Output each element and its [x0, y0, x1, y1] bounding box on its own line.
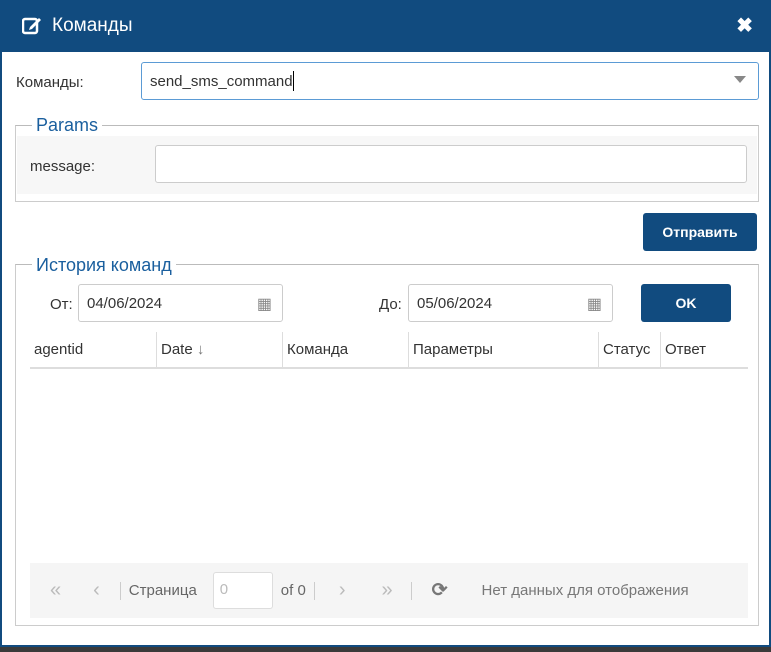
pager: « ‹ Страница 0 of 0 › » ⟳ Нет данных для…: [30, 563, 748, 618]
grid-header: agentid Date ↓ Команда Параметры Статус …: [30, 332, 748, 369]
prev-page-icon[interactable]: ‹: [93, 579, 100, 602]
history-legend: История команд: [32, 255, 176, 276]
column-date[interactable]: Date ↓: [157, 332, 283, 367]
from-date-input[interactable]: 04/06/2024 ▦: [78, 284, 283, 322]
column-response[interactable]: Ответ: [661, 332, 748, 367]
commands-dialog: Команды ✖ Команды: send_sms_command Para…: [0, 0, 771, 647]
to-date-input[interactable]: 05/06/2024 ▦: [408, 284, 613, 322]
command-label: Команды:: [16, 74, 84, 91]
to-label: До:: [379, 296, 402, 313]
command-value: send_sms_command: [150, 72, 293, 90]
from-date-value: 04/06/2024: [87, 294, 163, 312]
page-input[interactable]: 0: [212, 572, 273, 609]
first-page-icon[interactable]: «: [50, 579, 61, 602]
params-legend: Params: [32, 115, 103, 136]
column-command[interactable]: Команда: [283, 332, 409, 367]
chevron-down-icon[interactable]: [734, 76, 746, 83]
page-count: of 0: [280, 582, 306, 599]
column-status[interactable]: Статус: [599, 332, 661, 367]
history-grid: agentid Date ↓ Команда Параметры Статус …: [30, 332, 748, 618]
command-select[interactable]: send_sms_command: [141, 62, 759, 100]
to-date-value: 05/06/2024: [417, 294, 493, 312]
last-page-icon[interactable]: »: [381, 579, 392, 602]
ok-button[interactable]: OK: [641, 284, 731, 322]
column-agentid[interactable]: agentid: [30, 332, 157, 367]
message-input[interactable]: [155, 145, 747, 183]
from-label: От:: [50, 296, 73, 313]
page-label: Страница: [128, 582, 197, 599]
dialog-header: Команды ✖: [2, 0, 771, 52]
column-params[interactable]: Параметры: [409, 332, 599, 367]
params-fieldset: Params message:: [15, 115, 759, 202]
empty-message: Нет данных для отображения: [481, 582, 689, 599]
dialog-title: Команды: [52, 15, 133, 36]
send-button[interactable]: Отправить: [643, 213, 757, 251]
sort-desc-icon: ↓: [196, 341, 205, 358]
column-date-label: Date: [161, 341, 193, 358]
calendar-icon[interactable]: ▦: [587, 294, 602, 314]
refresh-icon[interactable]: ⟳: [432, 579, 448, 602]
edit-icon: [22, 17, 41, 35]
close-icon[interactable]: ✖: [736, 13, 753, 38]
next-page-icon[interactable]: ›: [339, 579, 346, 602]
calendar-icon[interactable]: ▦: [257, 294, 272, 314]
message-label: message:: [30, 158, 96, 175]
